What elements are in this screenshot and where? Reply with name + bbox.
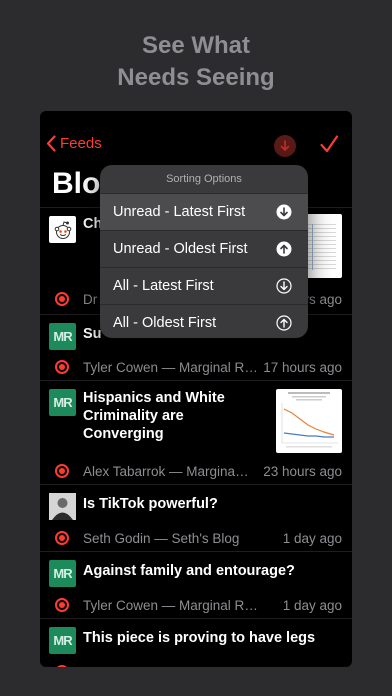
checkmark-icon[interactable] bbox=[319, 134, 339, 154]
unread-indicator[interactable] bbox=[55, 360, 69, 374]
article-source: Alex Tabarrok — Marginal... bbox=[83, 464, 249, 479]
article-source: Tyler Cowen — Marginal REV... bbox=[83, 598, 259, 613]
arrow-up-circle-outline-icon bbox=[276, 315, 292, 331]
back-button[interactable]: Feeds bbox=[46, 135, 102, 152]
unread-indicator[interactable] bbox=[55, 598, 69, 612]
line-chart-image bbox=[281, 392, 338, 448]
arrow-down-icon bbox=[280, 140, 290, 152]
article-time: 17 hours ago bbox=[263, 360, 342, 375]
back-button-label: Feeds bbox=[60, 135, 102, 152]
mr-avatar: MR bbox=[49, 560, 76, 587]
promo-line-2: Needs Seeing bbox=[117, 64, 275, 91]
article-time: 1 day ago bbox=[282, 598, 342, 613]
sorting-options-menu: Sorting Options Unread - Latest First Un… bbox=[100, 165, 308, 338]
article-thumbnail bbox=[276, 389, 342, 453]
mark-read-button[interactable] bbox=[274, 135, 296, 157]
article-title: Is TikTok powerful? bbox=[83, 496, 218, 512]
article-title: Hispanics and White Criminality are Conv… bbox=[83, 390, 225, 442]
arrow-down-circle-outline-icon bbox=[276, 278, 292, 294]
seth-avatar bbox=[49, 493, 76, 520]
article-source: Tyler Cowen — Marginal RE... bbox=[83, 360, 259, 375]
article-time: 1 day ago bbox=[282, 531, 342, 546]
promo-heading: See What Needs Seeing bbox=[0, 30, 392, 94]
option-label: Unread - Oldest First bbox=[113, 241, 248, 257]
unread-indicator[interactable] bbox=[55, 665, 69, 667]
menu-title: Sorting Options bbox=[166, 173, 242, 185]
mr-avatar: MR bbox=[49, 389, 76, 416]
arrow-down-circle-filled-icon bbox=[276, 204, 292, 220]
article-row[interactable]: Is TikTok powerful? Seth Godin — Seth's … bbox=[40, 484, 352, 551]
article-title: Against family and entourage? bbox=[83, 563, 295, 579]
article-row[interactable]: MR Hispanics and White Criminality are C… bbox=[40, 380, 352, 484]
sort-all-latest-first[interactable]: All - Latest First bbox=[100, 267, 308, 304]
mr-avatar: MR bbox=[49, 323, 76, 350]
article-row[interactable]: MR Against family and entourage? Tyler C… bbox=[40, 551, 352, 618]
sort-unread-oldest-first[interactable]: Unread - Oldest First bbox=[100, 230, 308, 267]
promo-line-1: See What bbox=[141, 32, 251, 59]
article-time: 23 hours ago bbox=[263, 464, 342, 479]
unread-indicator[interactable] bbox=[55, 531, 69, 545]
option-label: Unread - Latest First bbox=[113, 204, 246, 220]
person-photo-icon bbox=[49, 493, 76, 520]
unread-indicator[interactable] bbox=[55, 464, 69, 478]
mr-avatar: MR bbox=[49, 627, 76, 654]
article-title: This piece is proving to have legs bbox=[83, 630, 316, 646]
unread-indicator[interactable] bbox=[55, 292, 69, 306]
sort-unread-latest-first[interactable]: Unread - Latest First bbox=[100, 193, 308, 230]
option-label: All - Oldest First bbox=[113, 315, 217, 331]
article-time: rs ago bbox=[304, 292, 342, 307]
reddit-avatar bbox=[49, 216, 76, 243]
article-title: Su bbox=[83, 326, 102, 342]
article-row[interactable]: MR This piece is proving to have legs bbox=[40, 618, 352, 667]
navigation-bar: Feeds bbox=[40, 133, 352, 161]
reddit-alien-icon bbox=[54, 220, 71, 239]
chevron-left-icon bbox=[46, 135, 56, 152]
sort-all-oldest-first[interactable]: All - Oldest First bbox=[100, 304, 308, 338]
article-source: Seth Godin — Seth's Blog bbox=[83, 531, 240, 546]
arrow-up-circle-filled-icon bbox=[276, 241, 292, 257]
option-label: All - Latest First bbox=[113, 278, 214, 294]
